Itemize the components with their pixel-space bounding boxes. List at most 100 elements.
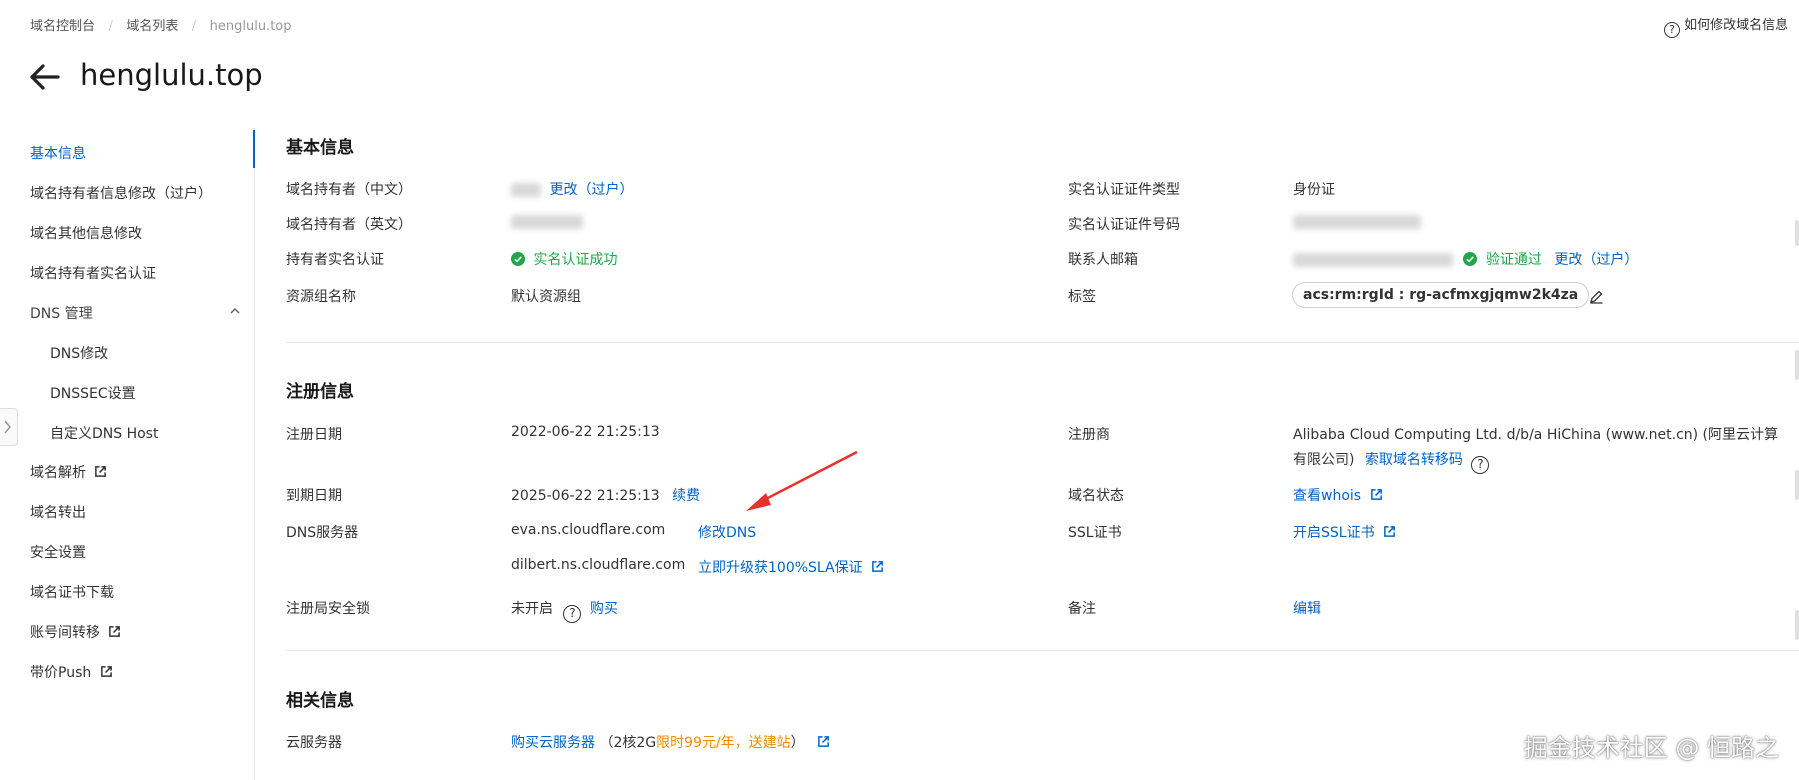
ssl-link[interactable]: 开启SSL证书	[1293, 522, 1396, 542]
sidebar-item-dns-resolve-label: 域名解析	[30, 465, 86, 481]
external-link-icon	[1370, 489, 1382, 500]
section-title-basic: 基本信息	[286, 138, 354, 158]
sidebar-item-account-transfer[interactable]: 账号间转移	[30, 622, 121, 642]
buy-cloud-server-link[interactable]: 购买云服务器	[511, 735, 595, 751]
help-icon[interactable]: ?	[563, 605, 582, 623]
cert-no-label: 实名认证证件号码	[1068, 217, 1180, 233]
sidebar-item-price-push-label: 带价Push	[30, 665, 92, 681]
right-edge-marker	[1795, 610, 1799, 640]
domain-status-label: 域名状态	[1068, 488, 1124, 504]
promo-prefix: （2核2G	[599, 735, 657, 751]
cert-type-value: 身份证	[1293, 182, 1335, 198]
sidebar-item-cert-download[interactable]: 域名证书下载	[30, 582, 114, 602]
cloud-server-value: 购买云服务器 （2核2G限时99元/年，送建站）	[511, 732, 830, 752]
resource-group-label: 资源组名称	[286, 289, 356, 305]
remark-label: 备注	[1068, 601, 1096, 617]
whois-link[interactable]: 查看whois	[1293, 485, 1383, 505]
cert-type-label: 实名认证证件类型	[1068, 182, 1180, 198]
holder-cn-label: 域名持有者（中文）	[286, 182, 412, 198]
sidebar-item-security[interactable]: 安全设置	[30, 542, 86, 562]
check-circle-icon	[511, 252, 525, 266]
expire-date-text: 2025-06-22 21:25:13	[511, 488, 660, 504]
cert-no-value	[1293, 214, 1421, 230]
external-link-icon	[95, 466, 107, 477]
sidebar-item-dns-resolve[interactable]: 域名解析	[30, 462, 107, 482]
chevron-up-icon[interactable]	[229, 305, 241, 317]
sidebar-item-dns-management-label: DNS 管理	[30, 306, 93, 322]
ssl-link-label: 开启SSL证书	[1293, 525, 1375, 541]
page-title: henglulu.top	[80, 58, 263, 92]
registry-lock-label: 注册局安全锁	[286, 601, 370, 617]
whois-link-label: 查看whois	[1293, 488, 1362, 504]
holder-en-value	[511, 214, 583, 230]
sidebar-item-basic-info[interactable]: 基本信息	[30, 143, 86, 163]
redacted-cert-no	[1293, 215, 1421, 229]
ssl-label: SSL证书	[1068, 525, 1122, 541]
sidebar-item-dnssec[interactable]: DNSSEC设置	[50, 383, 136, 403]
registrar-value-line2-text: 有限公司)	[1293, 452, 1355, 468]
edit-pencil-icon[interactable]	[1589, 289, 1604, 304]
sidebar-item-holder-transfer[interactable]: 域名持有者信息修改（过户）	[30, 183, 212, 203]
email-value: 验证通过 更改（过户）	[1293, 249, 1638, 269]
chevron-right-icon	[4, 420, 11, 434]
tag-label: 标签	[1068, 289, 1096, 305]
remark-edit-link[interactable]: 编辑	[1293, 598, 1321, 618]
external-link-icon[interactable]	[817, 735, 830, 748]
arrow-left-icon	[30, 64, 60, 90]
upgrade-sla-link-label: 立即升级获100%SLA保证	[698, 560, 863, 576]
registrar-label: 注册商	[1068, 427, 1110, 443]
section-title-registration: 注册信息	[286, 382, 354, 402]
dns-server-label: DNS服务器	[286, 525, 359, 541]
transfer-code-link[interactable]: 索取域名转移码	[1365, 452, 1463, 468]
breadcrumb-item-current: henglulu.top	[209, 19, 292, 34]
breadcrumb-item-domain-list[interactable]: 域名列表	[126, 19, 178, 34]
sidebar-item-account-transfer-label: 账号间转移	[30, 625, 100, 641]
external-link-icon	[109, 626, 121, 637]
registry-lock-value: 未开启 ? 购买	[511, 598, 618, 623]
holder-cn-value: 更改（过户）	[511, 179, 633, 199]
breadcrumb: 域名控制台 / 域名列表 / henglulu.top	[30, 15, 292, 34]
external-link-icon	[872, 561, 883, 572]
annotation-arrow	[746, 450, 858, 511]
expire-date-label: 到期日期	[286, 488, 342, 504]
sidebar-active-indicator	[253, 130, 255, 168]
cloud-server-label: 云服务器	[286, 735, 342, 751]
sidebar-item-other-info[interactable]: 域名其他信息修改	[30, 223, 142, 243]
sidebar-collapse-handle[interactable]	[0, 408, 18, 446]
watermark: 掘金技术社区 @ 恒路之	[1523, 734, 1779, 762]
section-title-related: 相关信息	[286, 691, 354, 711]
upgrade-sla-link[interactable]: 立即升级获100%SLA保证	[698, 557, 884, 577]
modify-dns-link[interactable]: 修改DNS	[698, 522, 756, 542]
registrar-value-line2: 有限公司) 索取域名转移码 ?	[1293, 449, 1490, 474]
breadcrumb-separator: /	[108, 19, 113, 34]
redacted-holder-cn	[511, 183, 541, 197]
redacted-email	[1293, 253, 1453, 267]
sidebar-item-custom-dns-host[interactable]: 自定义DNS Host	[50, 423, 158, 443]
breadcrumb-item-console[interactable]: 域名控制台	[30, 19, 95, 34]
realname-status: 实名认证成功	[511, 249, 617, 269]
help-link-label: 如何修改域名信息	[1684, 18, 1789, 33]
buy-lock-link[interactable]: 购买	[590, 601, 618, 617]
external-link-icon	[1384, 526, 1395, 537]
resource-group-value: 默认资源组	[511, 289, 581, 305]
holder-en-label: 域名持有者（英文）	[286, 217, 412, 233]
email-status-text: 验证通过	[1485, 252, 1542, 268]
sidebar-item-transfer-out[interactable]: 域名转出	[30, 502, 86, 522]
sidebar-item-dns-management[interactable]: DNS 管理	[30, 303, 93, 323]
sidebar-item-realname[interactable]: 域名持有者实名认证	[30, 263, 156, 283]
sidebar-item-dns-modify[interactable]: DNS修改	[50, 343, 108, 363]
help-link[interactable]: ? 如何修改域名信息	[1664, 14, 1788, 38]
check-circle-icon	[1463, 252, 1478, 266]
back-button[interactable]	[28, 62, 60, 92]
email-change-link[interactable]: 更改（过户）	[1554, 252, 1638, 268]
realname-status-text: 实名认证成功	[533, 252, 618, 268]
reg-date-label: 注册日期	[286, 427, 342, 443]
sidebar-item-price-push[interactable]: 带价Push	[30, 662, 113, 682]
section-divider	[286, 342, 1799, 343]
holder-cn-change-link[interactable]: 更改（过户）	[549, 182, 633, 198]
help-icon[interactable]: ?	[1471, 456, 1490, 474]
help-icon: ?	[1664, 22, 1680, 38]
renew-link[interactable]: 续费	[672, 488, 700, 504]
dns-server-1: eva.ns.cloudflare.com	[511, 522, 666, 538]
realname-label: 持有者实名认证	[286, 252, 384, 268]
